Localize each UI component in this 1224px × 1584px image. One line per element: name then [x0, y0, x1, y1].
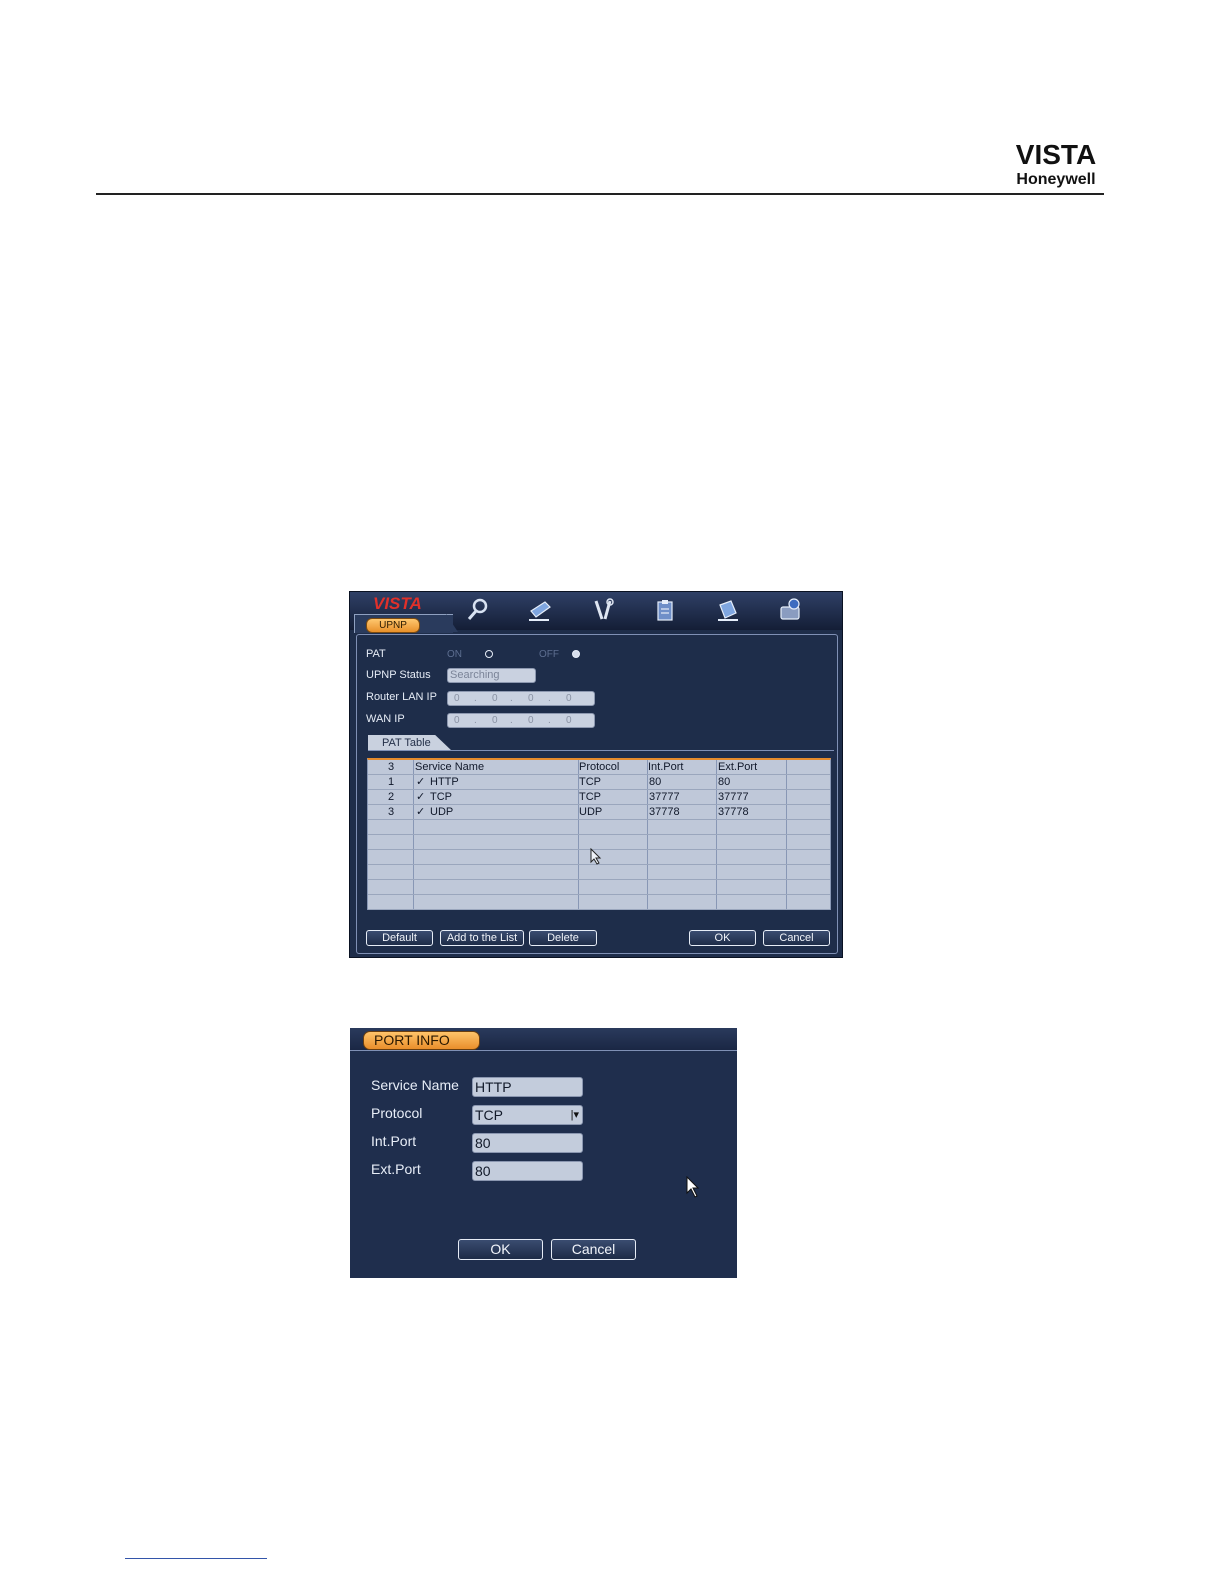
network-icon[interactable]: [715, 597, 741, 623]
int-port-field[interactable]: 80: [472, 1133, 583, 1153]
router-lan-ip-field[interactable]: 0 0 0 0 ...: [447, 691, 595, 706]
row-int-port: 80: [649, 776, 662, 788]
delete-button[interactable]: Delete: [529, 930, 597, 946]
header-count: 3: [388, 761, 395, 773]
logo-honeywell-text: Honeywell: [1016, 171, 1096, 188]
ip-separator: .: [510, 693, 513, 704]
ext-port-field[interactable]: 80: [472, 1161, 583, 1181]
add-to-list-button[interactable]: Add to the List: [440, 930, 524, 946]
disk-icon[interactable]: [777, 597, 803, 623]
row-service-name: HTTP: [430, 776, 459, 788]
row-ext-port: 37777: [718, 791, 749, 803]
protocol-label: Protocol: [371, 1105, 423, 1121]
ext-port-label: Ext.Port: [371, 1161, 421, 1177]
int-port-label: Int.Port: [371, 1133, 417, 1149]
row-protocol: TCP: [579, 776, 601, 788]
router-lan-ip-label: Router LAN IP: [366, 691, 437, 703]
upnp-status-field: Searching: [447, 668, 536, 683]
table-row-empty: [368, 865, 830, 880]
port-info-window: PORT INFO Service Name HTTP Protocol TCP…: [350, 1028, 737, 1278]
header-protocol: Protocol: [579, 761, 620, 773]
pat-on-radio[interactable]: [485, 650, 493, 658]
cursor-icon: [590, 848, 602, 865]
protocol-value: TCP: [475, 1107, 503, 1123]
port-info-ok-button[interactable]: OK: [458, 1239, 543, 1260]
search-icon[interactable]: [465, 597, 491, 623]
port-info-cancel-button[interactable]: Cancel: [551, 1239, 636, 1260]
check-icon[interactable]: ✓: [416, 775, 425, 789]
cursor-icon: [686, 1176, 700, 1198]
default-button[interactable]: Default: [366, 930, 433, 946]
off-label: OFF: [539, 649, 559, 660]
upnp-status-label: UPNP Status: [366, 669, 431, 681]
tools-icon[interactable]: [590, 597, 616, 623]
row-protocol: TCP: [579, 791, 601, 803]
wan-ip-field[interactable]: 0 0 0 0 ...: [447, 713, 595, 728]
pat-off-radio[interactable]: [572, 650, 580, 658]
ok-button[interactable]: OK: [689, 930, 756, 946]
cancel-button[interactable]: Cancel: [763, 930, 830, 946]
ip-separator: .: [548, 693, 551, 704]
row-protocol: UDP: [579, 806, 603, 818]
row-number: 2: [388, 791, 395, 803]
ip-separator: .: [510, 715, 513, 726]
row-int-port: 37777: [649, 791, 680, 803]
vista-honeywell-logo: VISTA Honeywell: [1010, 141, 1102, 189]
wan-ip-label: WAN IP: [366, 713, 405, 725]
row-ext-port: 37778: [718, 806, 749, 818]
table-row[interactable]: 2 ✓ TCP TCP 37777 37777: [368, 790, 830, 805]
port-info-title: PORT INFO: [363, 1031, 480, 1050]
ip-separator: .: [474, 715, 477, 726]
ip-separator: .: [474, 693, 477, 704]
header-service-name: Service Name: [415, 761, 485, 773]
table-row-empty: [368, 820, 830, 835]
port-info-titlebar: PORT INFO: [350, 1028, 737, 1051]
table-row-empty: [368, 880, 830, 895]
brand-logo: VISTA: [373, 594, 422, 613]
row-service-name: TCP: [430, 791, 452, 803]
header-int-port: Int.Port: [648, 761, 684, 773]
row-number: 1: [388, 776, 395, 788]
check-icon[interactable]: ✓: [416, 805, 425, 819]
check-icon[interactable]: ✓: [416, 790, 425, 804]
pat-table-divider: [368, 750, 834, 751]
service-name-label: Service Name: [371, 1077, 459, 1093]
on-label: ON: [447, 649, 462, 660]
row-int-port: 37778: [649, 806, 680, 818]
note-icon[interactable]: [527, 597, 553, 623]
service-name-field[interactable]: HTTP: [472, 1077, 583, 1097]
header-rule: [96, 193, 1104, 195]
clipboard-icon[interactable]: [652, 597, 678, 623]
table-header-row: 3 Service Name Protocol Int.Port Ext.Por…: [368, 760, 830, 775]
tab-upnp[interactable]: UPNP: [366, 618, 420, 633]
footer-link-underline[interactable]: [125, 1558, 267, 1559]
logo-vista-text: VISTA: [1015, 139, 1097, 170]
protocol-select[interactable]: TCP |▾: [472, 1105, 583, 1125]
row-ext-port: 80: [718, 776, 731, 788]
pat-label: PAT: [366, 648, 386, 660]
header-ext-port: Ext.Port: [718, 761, 758, 773]
table-row-empty: [368, 895, 830, 910]
pat-table: 3 Service Name Protocol Int.Port Ext.Por…: [367, 758, 831, 910]
tab-upnp-slant: [446, 614, 458, 632]
ip-separator: .: [548, 715, 551, 726]
table-row[interactable]: 1 ✓ HTTP TCP 80 80: [368, 775, 830, 790]
chevron-down-icon[interactable]: |▾: [571, 1106, 579, 1124]
row-number: 3: [388, 806, 395, 818]
table-row[interactable]: 3 ✓ UDP UDP 37778 37778: [368, 805, 830, 820]
upnp-window: VISTA UPNP PAT ON OFF UPNP Status Search…: [349, 591, 843, 958]
row-service-name: UDP: [430, 806, 454, 818]
